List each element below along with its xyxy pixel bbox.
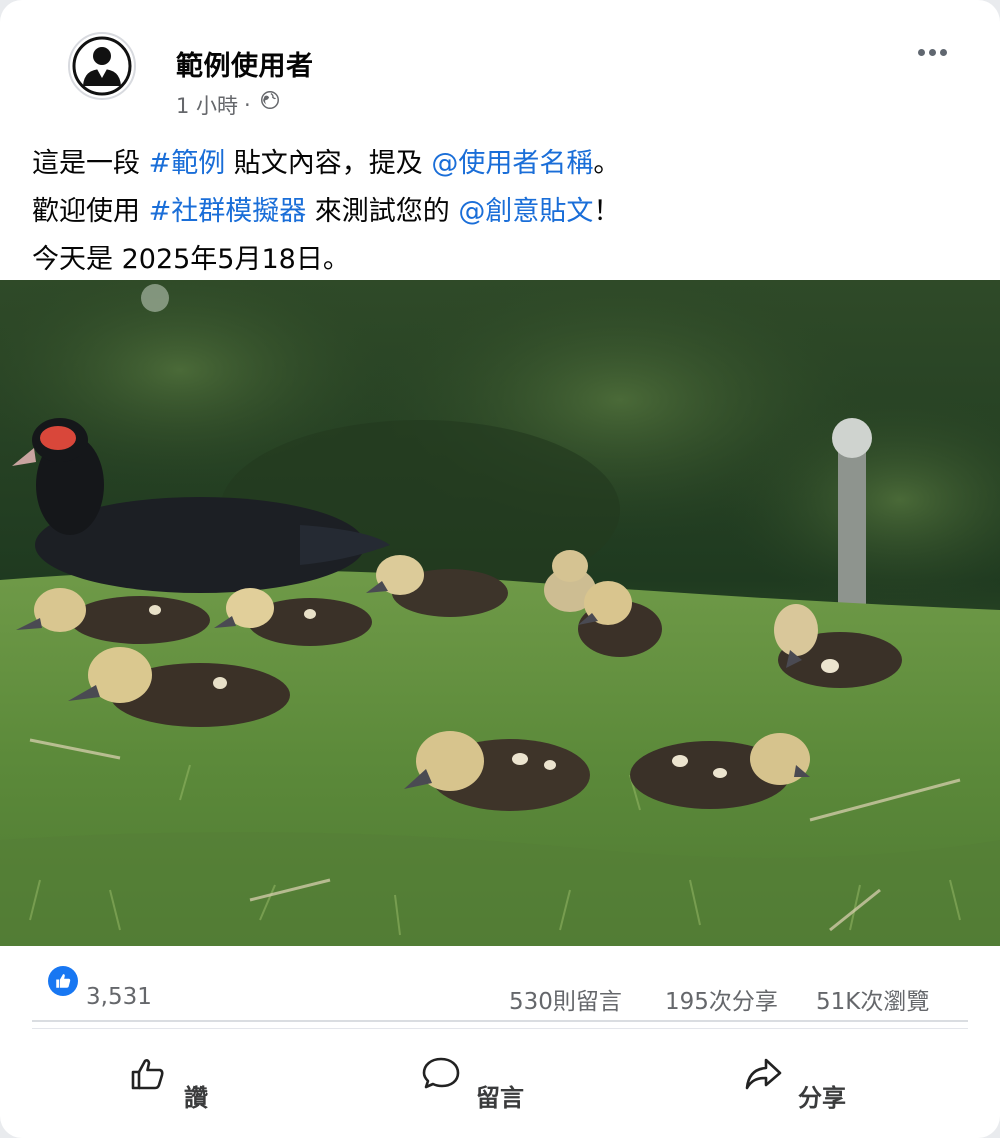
more-dot-icon [939,48,947,56]
post-card: 範例使用者 1 小時 · 這是一段 #範例 貼文內容，提及 @使用者名稱。 歡迎… [0,0,1000,1138]
thumbs-up-outline-icon [131,1059,164,1090]
text-segment: 來測試您的 [306,196,459,227]
post-text: 這是一段 #範例 貼文內容，提及 @使用者名稱。 歡迎使用 #社群模擬器 來測試… [32,140,972,284]
divider [32,1020,968,1022]
comment-button[interactable]: 留言 [420,1054,524,1114]
globe-icon[interactable] [259,89,281,111]
share-label: 分享 [798,1084,846,1112]
post-text-line-1: 這是一段 #範例 貼文內容，提及 @使用者名稱。 [32,140,972,188]
view-count: 51K次瀏覽 [816,989,930,1015]
post-stats: 3,531 530則留言 195次分享 51K次瀏覽 [0,950,1000,1030]
comment-count[interactable]: 530則留言 [509,982,622,1016]
more-options-button[interactable] [906,38,958,66]
share-arrow-icon [745,1058,782,1090]
text-segment: 貼文內容，提及 [225,148,432,179]
hashtag-link[interactable]: #範例 [149,148,226,179]
post-photo[interactable] [0,280,1000,946]
text-segment: 歡迎使用 [32,196,149,227]
post-text-line-2: 歡迎使用 #社群模擬器 來測試您的 @創意貼文！ [32,188,972,236]
text-segment: 。 [593,148,621,179]
like-count[interactable]: 3,531 [86,984,152,1010]
post-meta: 1 小時 · [176,90,281,120]
share-count[interactable]: 195次分享 [665,982,778,1016]
text-segment: ！ [593,196,621,227]
like-label: 讚 [184,1084,208,1112]
more-dot-icon [928,48,936,56]
mention-link[interactable]: @使用者名稱 [431,148,593,179]
share-button[interactable]: 分享 [742,1054,846,1114]
user-silhouette-icon [72,36,132,96]
post-header: 範例使用者 1 小時 · [0,0,1000,130]
divider [32,1028,968,1029]
like-badge-icon[interactable] [48,966,78,996]
thumbs-up-icon [56,974,71,988]
post-actions: 讚 留言 分享 [0,1040,1000,1138]
hashtag-link[interactable]: #社群模擬器 [149,196,307,227]
like-button[interactable]: 讚 [128,1054,208,1114]
text-segment: 這是一段 [32,148,149,179]
comment-label: 留言 [476,1084,524,1112]
avatar[interactable] [68,32,136,100]
post-text-line-3: 今天是 2025年5月18日。 [32,244,350,275]
more-dot-icon [917,48,925,56]
ducklings-photo [0,280,1000,946]
mention-link[interactable]: @創意貼文 [458,196,593,227]
author-name[interactable]: 範例使用者 [176,44,314,83]
post-time[interactable]: 1 小時 [176,90,238,120]
comment-bubble-icon [422,1057,460,1089]
meta-separator: · [244,93,251,117]
